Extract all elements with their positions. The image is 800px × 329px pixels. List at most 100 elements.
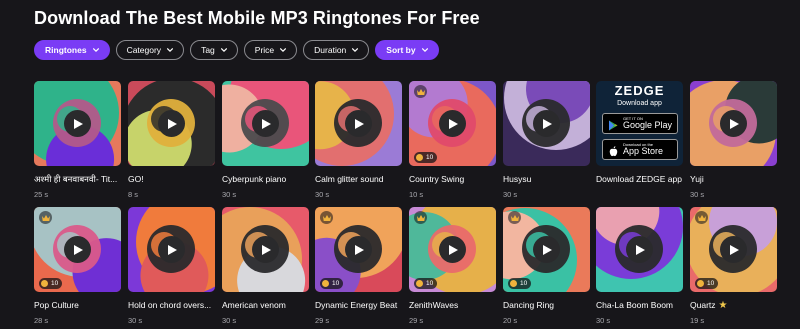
play-icon: [166, 244, 177, 255]
play-button[interactable]: [158, 110, 185, 137]
play-icon: [541, 118, 552, 129]
ringtone-artwork[interactable]: [596, 207, 683, 292]
coin-icon: [322, 280, 329, 287]
ringtone-duration: 30 s: [315, 190, 330, 199]
ringtone-artwork[interactable]: 10: [315, 207, 402, 292]
ringtone-title[interactable]: Quartz ★: [690, 300, 782, 311]
coin-icon: [510, 280, 517, 287]
page-title: Download The Best Mobile MP3 Ringtones F…: [34, 8, 480, 28]
ringtone-title[interactable]: ZenithWaves: [409, 300, 501, 310]
filter-ringtones-button[interactable]: Ringtones: [34, 40, 110, 60]
google-play-big-text: Google Play: [623, 120, 673, 130]
ringtone-artwork[interactable]: 10: [409, 81, 496, 166]
ad-subtitle: Download app: [617, 100, 662, 107]
play-button[interactable]: [439, 110, 466, 137]
ringtone-duration: 30 s: [222, 316, 237, 325]
play-button[interactable]: [626, 236, 653, 263]
filter-sort-by-button[interactable]: Sort by: [375, 40, 439, 60]
ringtone-artwork[interactable]: [128, 207, 215, 292]
ringtone-title[interactable]: अश्मी ही बनवाबनवी- Tit...: [34, 174, 126, 185]
play-button[interactable]: [252, 236, 279, 263]
play-button[interactable]: [158, 236, 185, 263]
ringtone-artwork[interactable]: [34, 81, 121, 166]
ringtone-artwork[interactable]: [690, 81, 777, 166]
price-value: 10: [707, 280, 715, 287]
play-icon: [353, 244, 364, 255]
filter-category-button[interactable]: Category: [115, 40, 185, 60]
price-value: 10: [332, 280, 340, 287]
chevron-down-icon: [220, 46, 228, 54]
play-button[interactable]: [720, 110, 747, 137]
play-icon: [260, 118, 271, 129]
ringtone-title[interactable]: American venom: [222, 300, 314, 310]
ringtone-title[interactable]: Pop Culture: [34, 300, 126, 310]
ringtone-artwork[interactable]: 10: [690, 207, 777, 292]
play-button[interactable]: [345, 236, 372, 263]
ringtone-title[interactable]: Download ZEDGE app: [596, 174, 688, 184]
price-badge: 10: [695, 278, 719, 289]
chevron-down-icon: [351, 46, 359, 54]
ringtone-duration: 30 s: [596, 316, 611, 325]
price-badge: 10: [39, 278, 63, 289]
ringtone-title-text: ZenithWaves: [409, 300, 459, 310]
ringtone-artwork[interactable]: [222, 207, 309, 292]
google-play-button[interactable]: GET IT ON Google Play: [602, 113, 678, 134]
price-badge: 10: [414, 152, 438, 163]
crown-icon: [695, 211, 708, 224]
filter-price-button[interactable]: Price: [243, 40, 298, 60]
crown-icon: [39, 211, 52, 224]
play-button[interactable]: [345, 110, 372, 137]
star-icon: ★: [718, 300, 728, 311]
price-value: 10: [426, 280, 434, 287]
ringtone-title[interactable]: GO!: [128, 174, 220, 184]
ringtone-title[interactable]: Calm glitter sound: [315, 174, 407, 184]
zedge-ad-banner[interactable]: ZEDGE Download app GET IT ON Google Play Dow…: [596, 81, 683, 166]
app-store-button[interactable]: Download on the App Store: [602, 139, 678, 160]
price-value: 10: [51, 280, 59, 287]
price-value: 10: [426, 154, 434, 161]
ringtone-artwork[interactable]: 10: [503, 207, 590, 292]
ringtone-title[interactable]: Yuji: [690, 174, 782, 184]
play-button[interactable]: [64, 236, 91, 263]
ringtone-duration: 10 s: [409, 190, 424, 199]
play-button[interactable]: [64, 110, 91, 137]
ringtone-artwork[interactable]: 10: [34, 207, 121, 292]
apple-icon: [608, 144, 619, 157]
play-icon: [72, 244, 83, 255]
ringtone-title[interactable]: Dynamic Energy Beat: [315, 300, 407, 310]
ringtone-artwork[interactable]: 10: [409, 207, 496, 292]
play-button[interactable]: [720, 236, 747, 263]
coin-icon: [41, 280, 48, 287]
price-badge: 10: [320, 278, 344, 289]
ringtone-title[interactable]: Husysu: [503, 174, 595, 184]
ringtone-artwork[interactable]: [222, 81, 309, 166]
play-button[interactable]: [439, 236, 466, 263]
chevron-down-icon: [279, 46, 287, 54]
ringtone-title-text: Calm glitter sound: [315, 174, 384, 184]
chevron-down-icon: [421, 46, 429, 54]
ringtone-title-text: Dancing Ring: [503, 300, 555, 310]
crown-icon: [414, 85, 427, 98]
ringtone-title[interactable]: Cha-La Boom Boom: [596, 300, 688, 310]
ringtone-duration: 25 s: [34, 190, 49, 199]
ringtone-title[interactable]: Country Swing: [409, 174, 501, 184]
ringtone-title[interactable]: Hold on chord overs...: [128, 300, 220, 310]
ringtone-duration: 30 s: [222, 190, 237, 199]
crown-icon: [414, 211, 427, 224]
ringtone-artwork[interactable]: [128, 81, 215, 166]
play-button[interactable]: [252, 110, 279, 137]
filter-label: Ringtones: [45, 45, 87, 55]
play-icon: [728, 118, 739, 129]
ringtone-title[interactable]: Dancing Ring: [503, 300, 595, 310]
ringtone-title-text: Download ZEDGE app: [596, 174, 682, 184]
ringtone-artwork[interactable]: [503, 81, 590, 166]
coin-icon: [416, 280, 423, 287]
filter-tag-button[interactable]: Tag: [190, 40, 238, 60]
ringtone-duration: 8 s: [128, 190, 139, 199]
ringtone-duration: 20 s: [503, 316, 518, 325]
ringtone-artwork[interactable]: [315, 81, 402, 166]
play-button[interactable]: [533, 110, 560, 137]
ringtone-title[interactable]: Cyberpunk piano: [222, 174, 314, 184]
filter-duration-button[interactable]: Duration: [303, 40, 370, 60]
play-button[interactable]: [533, 236, 560, 263]
